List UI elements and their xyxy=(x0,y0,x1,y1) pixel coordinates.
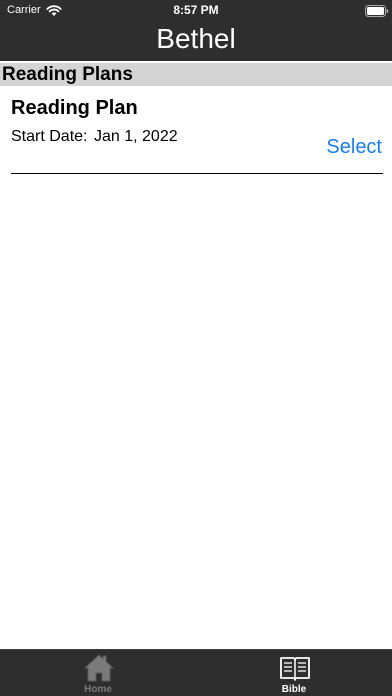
start-date-label: Start Date: xyxy=(11,128,88,145)
reading-plan-row[interactable]: Reading Plan Start Date: Jan 1, 2022 Sel… xyxy=(0,86,392,176)
row-divider xyxy=(11,173,383,174)
section-header: Reading Plans xyxy=(0,63,392,86)
tab-home-label: Home xyxy=(84,684,112,695)
plan-name: Reading Plan xyxy=(11,97,138,119)
tab-home[interactable]: Home xyxy=(50,650,146,696)
start-date-value: Jan 1, 2022 xyxy=(94,128,178,145)
home-icon xyxy=(83,653,115,683)
book-icon xyxy=(279,653,311,683)
navigation-bar: Carrier 8:57 PM Bethel xyxy=(0,0,392,61)
tab-bar: Home Bible xyxy=(0,649,392,696)
tab-bible-label: Bible xyxy=(281,684,307,695)
select-button[interactable]: Select xyxy=(326,136,382,159)
page-title: Bethel xyxy=(156,23,236,54)
status-time: 8:57 PM xyxy=(173,3,219,17)
section-title: Reading Plans xyxy=(2,64,133,85)
status-bar: Carrier 8:57 PM xyxy=(0,0,392,20)
tab-bible[interactable]: Bible xyxy=(246,650,342,696)
battery-icon xyxy=(365,4,389,22)
